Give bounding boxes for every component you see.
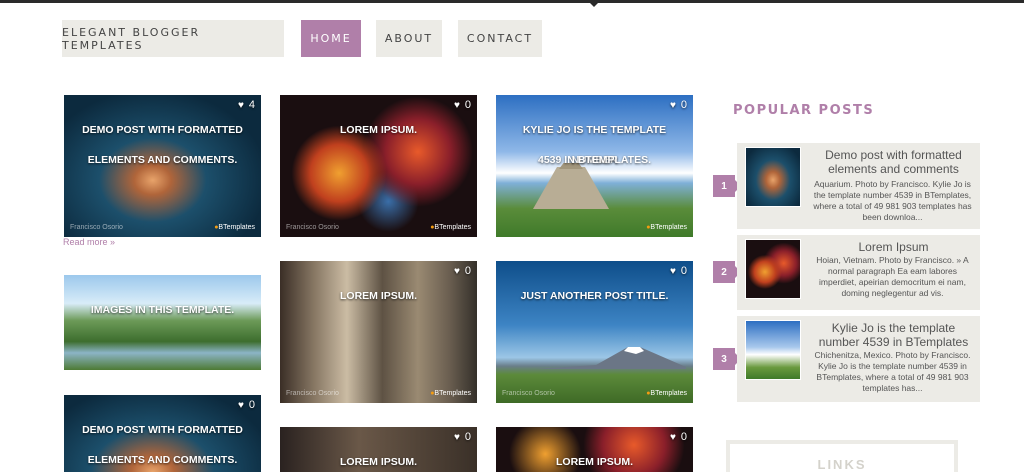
- post-card[interactable]: ♥ 0 DEMO POST WITH FORMATTED ELEMENTS AND…: [64, 395, 261, 472]
- post-card[interactable]: ♥ 0 LOREM IPSUM.: [280, 427, 477, 472]
- nav-home[interactable]: HOME: [301, 20, 361, 57]
- photo-credit: Francisco Osorio: [286, 224, 339, 231]
- top-bar-pointer: [590, 3, 598, 7]
- popular-post-excerpt: Aquarium. Photo by Francisco. Kylie Jo i…: [813, 179, 972, 222]
- popular-post-item[interactable]: Demo post with formatted elements and co…: [737, 143, 980, 229]
- heart-icon: ♥: [669, 265, 676, 277]
- heart-icon: ♥: [453, 431, 460, 443]
- post-card[interactable]: ♥ 0 KYLIE JO IS THE TEMPLATE NUMBER 4539 …: [496, 95, 693, 237]
- links-title: LINKS: [817, 457, 867, 472]
- likes-count[interactable]: ♥ 0: [454, 431, 471, 443]
- post-title[interactable]: DEMO POST WITH FORMATTED: [72, 415, 253, 445]
- post-title[interactable]: LOREM IPSUM.: [504, 447, 685, 472]
- heart-icon: ♥: [237, 399, 244, 411]
- photo-credit: Francisco Osorio: [286, 390, 339, 397]
- likes-count[interactable]: ♥ 0: [670, 431, 687, 443]
- photo-credit: Francisco Osorio: [70, 224, 123, 231]
- popular-post-excerpt: Hoian, Vietnam. Photo by Francisco. » A …: [816, 255, 969, 298]
- read-more-link[interactable]: Read more »: [63, 237, 115, 247]
- nav-brand[interactable]: ELEGANT BLOGGER TEMPLATES: [62, 20, 284, 57]
- likes-count[interactable]: ♥ 0: [454, 99, 471, 111]
- nav-contact[interactable]: CONTACT: [458, 20, 542, 57]
- heart-icon: ♥: [237, 99, 244, 111]
- popular-post-item[interactable]: Kylie Jo is the template number 4539 in …: [737, 316, 980, 402]
- popular-post-title[interactable]: Lorem Ipsum: [813, 240, 974, 254]
- post-title[interactable]: JUST ANOTHER POST TITLE.: [504, 281, 685, 311]
- popular-post-title[interactable]: Demo post with formatted elements and co…: [813, 148, 974, 176]
- post-title[interactable]: LOREM IPSUM.: [288, 281, 469, 311]
- post-title[interactable]: LOREM IPSUM.: [288, 115, 469, 145]
- nav-about[interactable]: ABOUT: [376, 20, 442, 57]
- post-thumbnail[interactable]: [745, 320, 801, 380]
- photo-credit: Francisco Osorio: [502, 390, 555, 397]
- post-card[interactable]: IMAGES IN THIS TEMPLATE.: [64, 275, 261, 370]
- likes-count[interactable]: ♥ 0: [670, 99, 687, 111]
- popular-posts-title: POPULAR POSTS: [733, 103, 875, 118]
- post-title-line2[interactable]: ELEMENTS AND COMMENTS.: [72, 445, 253, 472]
- popular-post-item[interactable]: Lorem Ipsum Hoian, Vietnam. Photo by Fra…: [737, 235, 980, 310]
- post-card[interactable]: ♥ 0 LOREM IPSUM.: [496, 427, 693, 472]
- likes-count[interactable]: ♥ 4: [238, 99, 255, 111]
- btemplates-logo: ●BTemplates: [214, 224, 255, 231]
- rank-badge: 2: [713, 261, 741, 283]
- btemplates-logo: ●BTemplates: [430, 224, 471, 231]
- heart-icon: ♥: [453, 265, 460, 277]
- post-title-line2[interactable]: 4539 IN BTEMPLATES.: [504, 145, 685, 175]
- volcano-shape: [536, 347, 686, 369]
- rank-badge: 3: [713, 348, 741, 370]
- heart-icon: ♥: [669, 99, 676, 111]
- post-title-line2[interactable]: ELEMENTS AND COMMENTS.: [72, 145, 253, 175]
- likes-count[interactable]: ♥ 0: [454, 265, 471, 277]
- rank-badge: 1: [713, 175, 741, 197]
- post-card[interactable]: ♥ 0 LOREM IPSUM. Francisco Osorio ●BTempl…: [280, 261, 477, 403]
- post-card[interactable]: ♥ 4 DEMO POST WITH FORMATTED ELEMENTS AND…: [64, 95, 261, 237]
- post-title[interactable]: DEMO POST WITH FORMATTED: [72, 115, 253, 145]
- links-widget: LINKS: [726, 440, 958, 472]
- heart-icon: ♥: [669, 431, 676, 443]
- post-title[interactable]: IMAGES IN THIS TEMPLATE.: [72, 295, 253, 325]
- btemplates-logo: ●BTemplates: [646, 390, 687, 397]
- popular-post-excerpt: Chichenitza, Mexico. Photo by Francisco.…: [814, 350, 971, 393]
- post-card[interactable]: ♥ 0 JUST ANOTHER POST TITLE. Francisco Os…: [496, 261, 693, 403]
- top-bar: [0, 0, 1024, 3]
- likes-count[interactable]: ♥ 0: [238, 399, 255, 411]
- post-thumbnail[interactable]: [745, 239, 801, 299]
- post-thumbnail[interactable]: [745, 147, 801, 207]
- btemplates-logo: ●BTemplates: [430, 390, 471, 397]
- heart-icon: ♥: [453, 99, 460, 111]
- likes-count[interactable]: ♥ 0: [670, 265, 687, 277]
- post-card[interactable]: ♥ 0 LOREM IPSUM. Francisco Osorio ●BTempl…: [280, 95, 477, 237]
- popular-post-title[interactable]: Kylie Jo is the template number 4539 in …: [813, 321, 974, 349]
- post-title[interactable]: LOREM IPSUM.: [288, 447, 469, 472]
- btemplates-logo: ●BTemplates: [646, 224, 687, 231]
